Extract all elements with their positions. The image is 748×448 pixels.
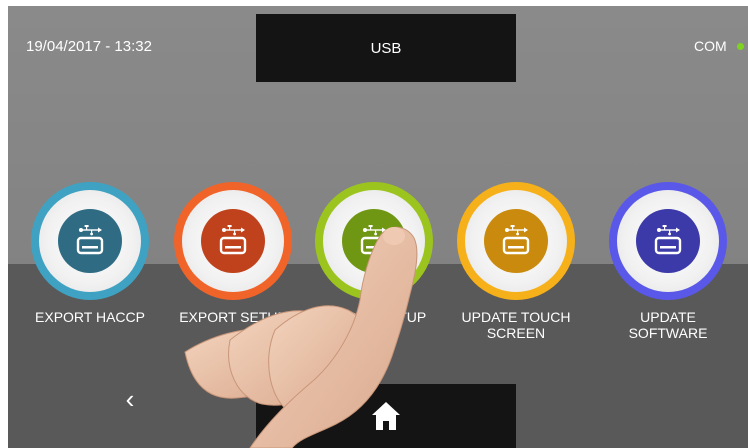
update-software-label-line1: UPDATE (640, 309, 696, 325)
com-status: COM (694, 38, 744, 54)
export-haccp-core (58, 209, 122, 273)
update-touch-screen-label-line2: SCREEN (486, 325, 546, 341)
usb-drive-icon (654, 225, 682, 255)
import-setup-ring (315, 182, 433, 300)
update-software-inner (617, 190, 719, 292)
update-touch-screen-label: UPDATE TOUCH SCREEN (451, 309, 581, 341)
update-software-ring (609, 182, 727, 300)
update-touch-screen-core (484, 209, 548, 273)
page-title: USB (256, 14, 516, 82)
back-button[interactable]: ‹ (118, 384, 142, 414)
export-haccp-inner (39, 190, 141, 292)
import-setup-label-line1: IMPORT SETUP (321, 309, 427, 325)
update-software-label: UPDATE SOFTWARE (603, 309, 733, 341)
export-setup-label-line1: EXPORT SETUP (179, 309, 287, 325)
update-software-label-line2: SOFTWARE (628, 325, 708, 341)
export-haccp-label-line1: EXPORT HACCP (35, 309, 145, 325)
export-haccp-button[interactable]: EXPORT HACCP (25, 182, 155, 325)
export-setup-button[interactable]: EXPORT SETUP (168, 182, 298, 325)
update-touch-screen-button[interactable]: UPDATE TOUCH SCREEN (451, 182, 581, 341)
export-setup-label: EXPORT SETUP (168, 309, 298, 325)
usb-drive-icon (502, 225, 530, 255)
home-icon (372, 402, 400, 430)
export-setup-ring (174, 182, 292, 300)
usb-drive-icon (76, 225, 104, 255)
export-haccp-ring (31, 182, 149, 300)
export-setup-inner (182, 190, 284, 292)
datetime: 19/04/2017 - 13:32 (26, 38, 152, 55)
import-setup-button[interactable]: IMPORT SETUP (309, 182, 439, 325)
usb-drive-icon (360, 225, 388, 255)
update-touch-screen-inner (465, 190, 567, 292)
usb-drive-icon (219, 225, 247, 255)
export-setup-core (201, 209, 265, 273)
import-setup-label: IMPORT SETUP (309, 309, 439, 325)
import-setup-core (342, 209, 406, 273)
update-touch-screen-ring (457, 182, 575, 300)
update-software-button[interactable]: UPDATE SOFTWARE (603, 182, 733, 341)
touch-screen: 19/04/2017 - 13:32 USB COM EXPORT HACCP (8, 6, 748, 448)
update-software-core (636, 209, 700, 273)
com-status-label: COM (694, 38, 727, 54)
home-button[interactable] (256, 384, 516, 448)
update-touch-screen-label-line1: UPDATE TOUCH (461, 309, 571, 325)
page-title-text: USB (370, 39, 402, 57)
chevron-left-icon: ‹ (125, 383, 135, 414)
export-haccp-label: EXPORT HACCP (25, 309, 155, 325)
import-setup-inner (323, 190, 425, 292)
com-status-indicator (736, 42, 744, 50)
